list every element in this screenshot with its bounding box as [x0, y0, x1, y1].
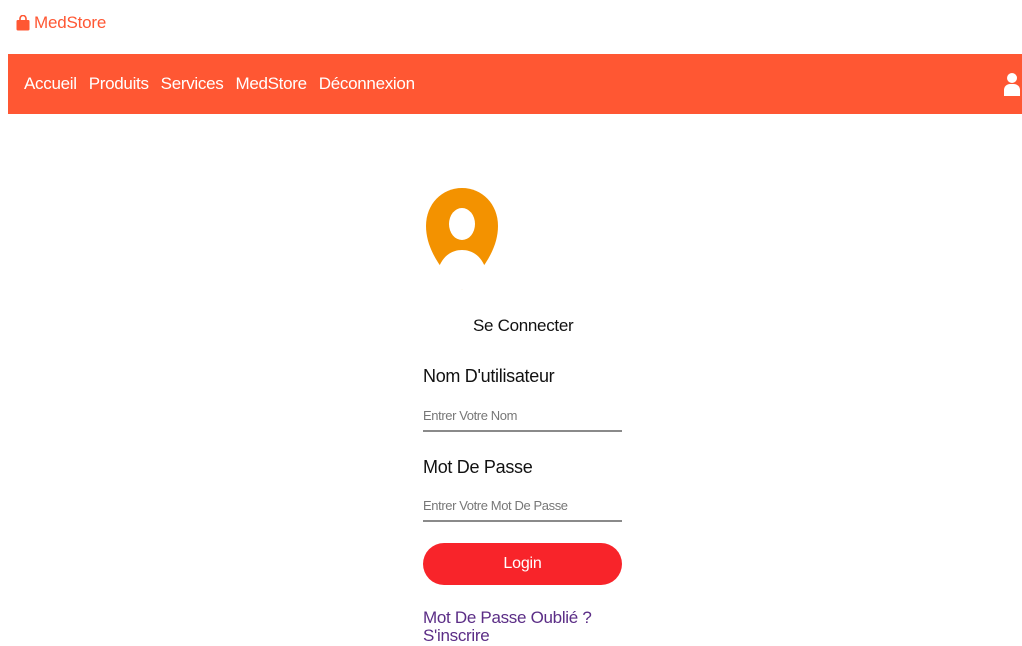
nav-item-deconnexion[interactable]: Déconnexion: [319, 74, 415, 94]
password-label: Mot De Passe: [423, 457, 533, 477]
user-icon[interactable]: [1004, 72, 1020, 96]
login-title: Se Connecter: [473, 316, 574, 335]
username-label: Nom D'utilisateur: [423, 366, 555, 386]
navbar: Accueil Produits Services MedStore Décon…: [8, 54, 1022, 114]
username-input[interactable]: [423, 400, 622, 432]
brand[interactable]: MedStore: [16, 13, 106, 33]
signup-link[interactable]: S'inscrire: [423, 626, 490, 646]
user-avatar-icon: [426, 188, 498, 290]
nav-item-services[interactable]: Services: [161, 74, 224, 94]
nav-item-medstore[interactable]: MedStore: [235, 74, 307, 94]
nav-item-produits[interactable]: Produits: [89, 74, 149, 94]
nav-links: Accueil Produits Services MedStore Décon…: [24, 54, 427, 114]
nav-item-accueil[interactable]: Accueil: [24, 74, 77, 94]
page: MedStore Accueil Produits Services MedSt…: [0, 0, 1022, 646]
brand-name: MedStore: [34, 13, 107, 32]
shopping-bag-icon: [16, 15, 30, 31]
password-input[interactable]: [423, 490, 622, 522]
login-button[interactable]: Login: [423, 543, 622, 585]
forgot-password-link[interactable]: Mot De Passe Oublié ?: [423, 608, 592, 628]
